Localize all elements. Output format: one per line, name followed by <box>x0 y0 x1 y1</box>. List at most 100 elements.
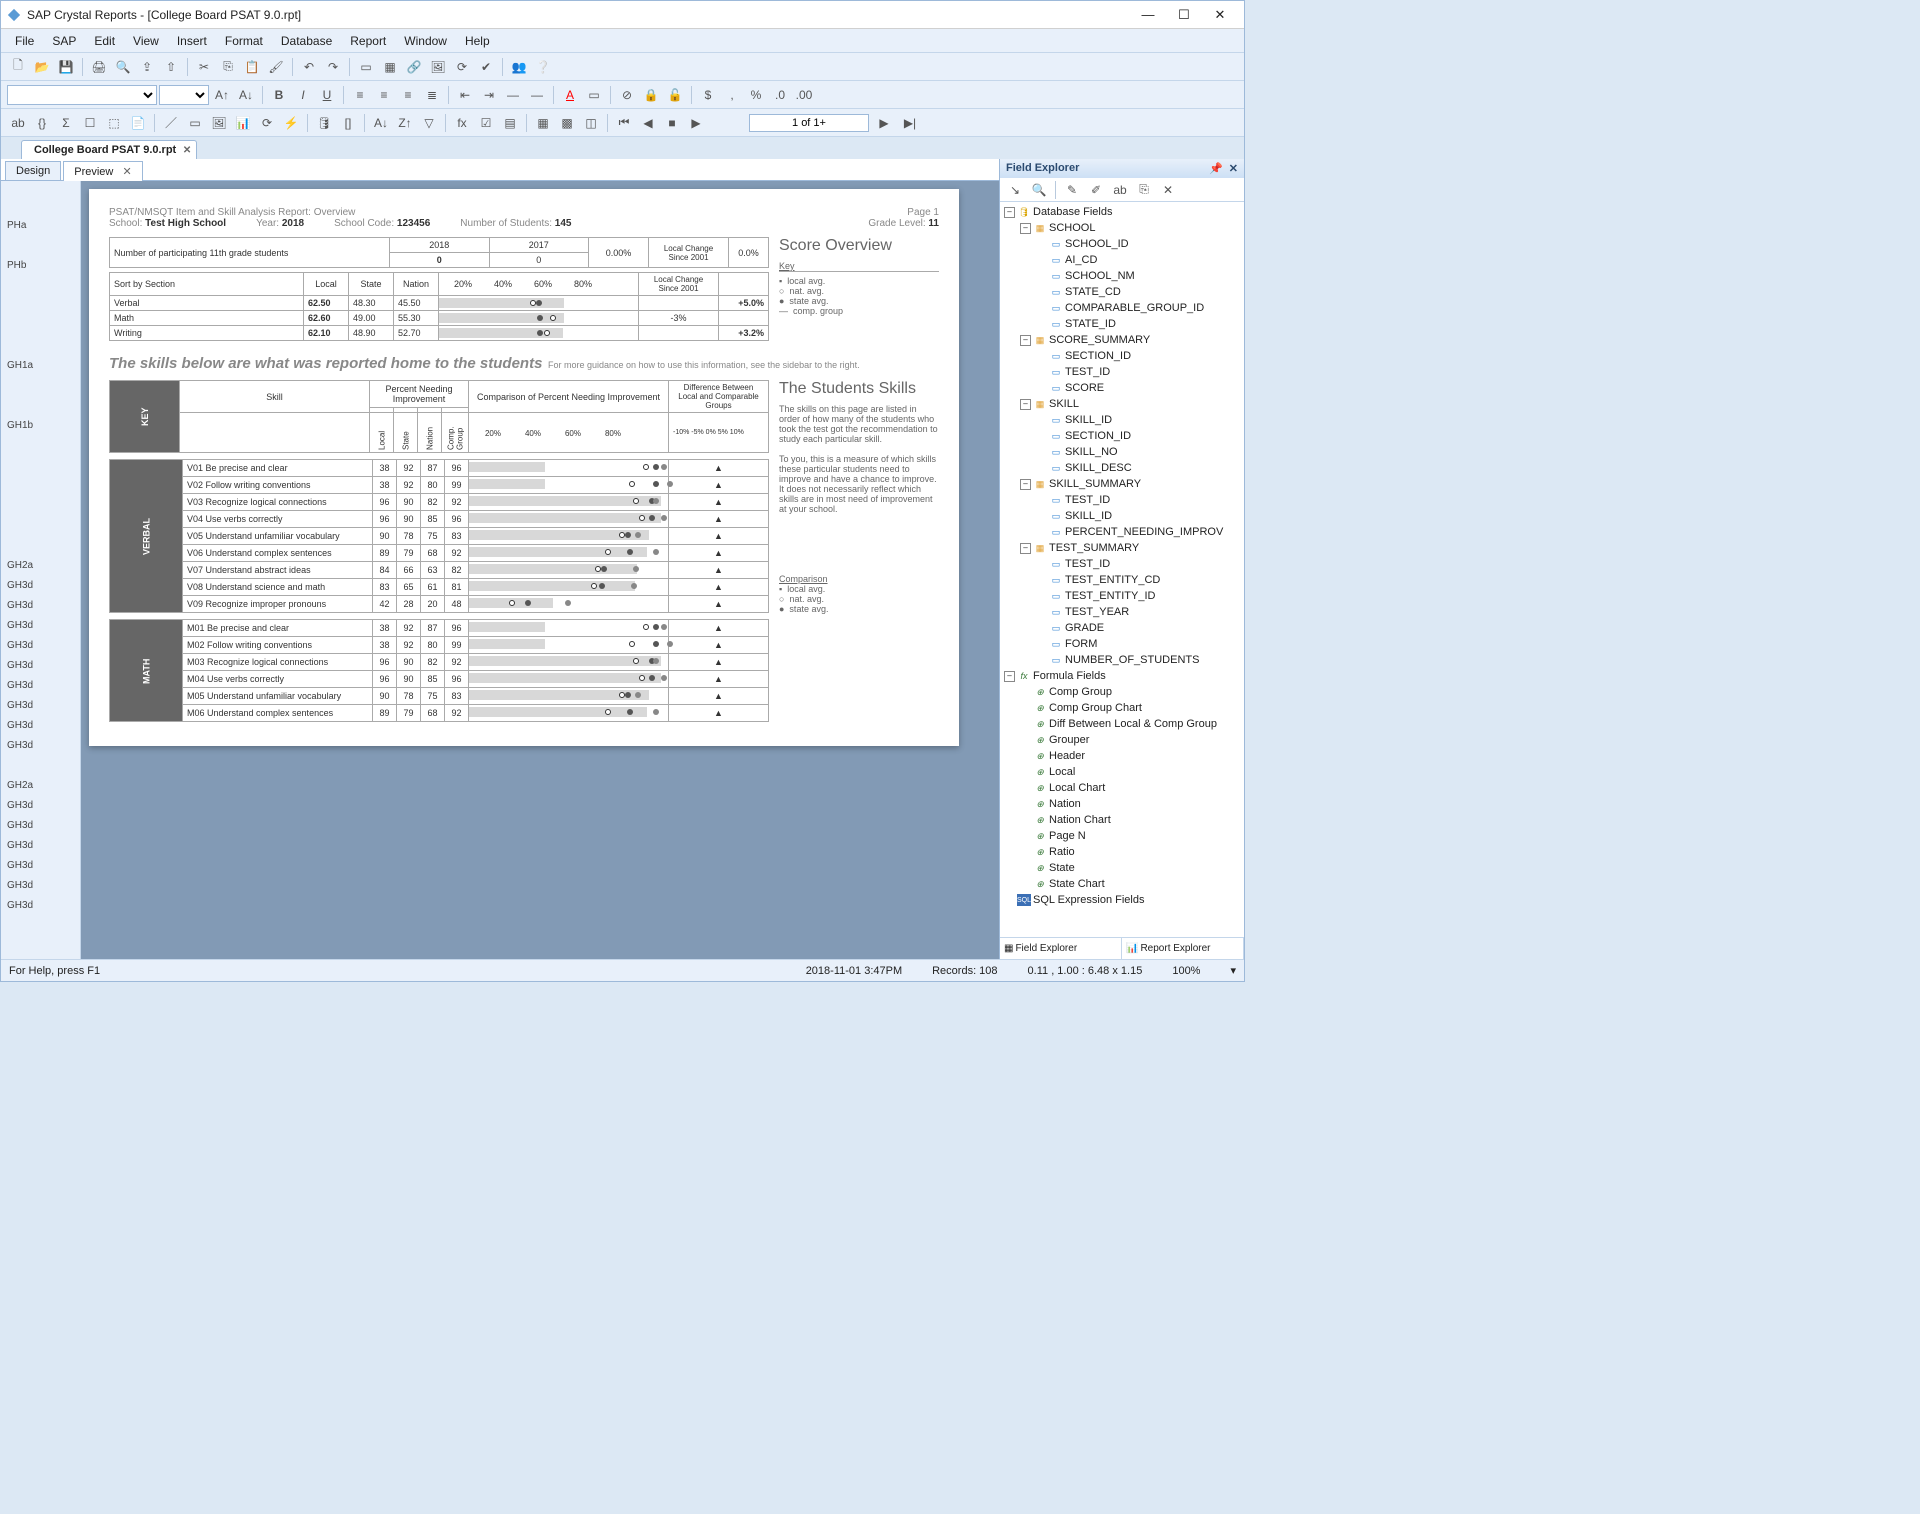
highlight2-icon[interactable]: ▩ <box>556 112 578 134</box>
menu-view[interactable]: View <box>125 32 167 50</box>
lock-icon[interactable]: 🔒 <box>640 84 662 106</box>
currency-icon[interactable]: $ <box>697 84 719 106</box>
menu-edit[interactable]: Edit <box>86 32 123 50</box>
menu-window[interactable]: Window <box>396 32 455 50</box>
menu-database[interactable]: Database <box>273 32 340 50</box>
document-tab[interactable]: College Board PSAT 9.0.rpt ✕ <box>21 140 197 159</box>
db-icon[interactable]: 🛢 <box>313 112 335 134</box>
align-right-icon[interactable]: ≡ <box>397 84 419 106</box>
open-icon[interactable]: 📂 <box>31 56 53 78</box>
insert-olap-icon[interactable]: ⬚ <box>103 112 125 134</box>
print-preview-icon[interactable]: 🔍 <box>112 56 134 78</box>
justify-icon[interactable]: ≣ <box>421 84 443 106</box>
font-color-icon[interactable]: A <box>559 84 581 106</box>
tree-node[interactable]: ▭SCHOOL_NM <box>1000 268 1244 284</box>
insert-group-icon[interactable]: {} <box>31 112 53 134</box>
insert-flash-icon[interactable]: ⚡ <box>280 112 302 134</box>
indent-icon[interactable]: ⇤ <box>454 84 476 106</box>
grid-icon[interactable]: ▦ <box>379 56 401 78</box>
nav-play-icon[interactable]: ▶ <box>685 112 707 134</box>
select-icon[interactable]: ☑ <box>475 112 497 134</box>
outdent-icon[interactable]: ⇥ <box>478 84 500 106</box>
paste-icon[interactable]: 📋 <box>241 56 263 78</box>
tree-node[interactable]: ▭COMPARABLE_GROUP_ID <box>1000 300 1244 316</box>
copy-icon[interactable]: ⎘ <box>217 56 239 78</box>
percent-icon[interactable]: % <box>745 84 767 106</box>
check-icon[interactable]: ✔ <box>475 56 497 78</box>
tree-node[interactable]: ▭SKILL_DESC <box>1000 460 1244 476</box>
tree-node[interactable]: ▭SKILL_ID <box>1000 412 1244 428</box>
refresh-icon[interactable]: ⟳ <box>451 56 473 78</box>
tree-node[interactable]: ▭TEST_ENTITY_ID <box>1000 588 1244 604</box>
italic-icon[interactable]: I <box>292 84 314 106</box>
tree-node[interactable]: ⊕Diff Between Local & Comp Group <box>1000 716 1244 732</box>
tree-node[interactable]: ▭TEST_ENTITY_CD <box>1000 572 1244 588</box>
tree-node[interactable]: –▦SKILL <box>1000 396 1244 412</box>
sort2-icon[interactable]: Z↑ <box>394 112 416 134</box>
inc-dec-icon[interactable]: .0 <box>769 84 791 106</box>
lock2-icon[interactable]: 🔓 <box>664 84 686 106</box>
font-family-select[interactable] <box>7 85 157 105</box>
report-canvas[interactable]: PSAT/NMSQT Item and Skill Analysis Repor… <box>81 181 999 959</box>
close-preview-icon[interactable]: ✕ <box>122 166 131 178</box>
tree-node[interactable]: ⊕State Chart <box>1000 876 1244 892</box>
comma-icon[interactable]: , <box>721 84 743 106</box>
fe-browse-icon[interactable]: 🔍 <box>1028 179 1050 201</box>
border-icon[interactable]: ▭ <box>583 84 605 106</box>
fe-new-icon[interactable]: ✎ <box>1061 179 1083 201</box>
page-indicator[interactable] <box>749 114 869 132</box>
fe-insert-icon[interactable]: ↘ <box>1004 179 1026 201</box>
tree-node[interactable]: ⊕State <box>1000 860 1244 876</box>
tree-node[interactable]: ⊕Ratio <box>1000 844 1244 860</box>
line1-icon[interactable]: — <box>502 84 524 106</box>
tree-node[interactable]: ▭TEST_YEAR <box>1000 604 1244 620</box>
group-icon[interactable]: ▭ <box>355 56 377 78</box>
tree-node[interactable]: ▭NUMBER_OF_STUDENTS <box>1000 652 1244 668</box>
menu-file[interactable]: File <box>7 32 42 50</box>
decrease-font-icon[interactable]: A↓ <box>235 84 257 106</box>
tree-node[interactable]: –▦SCHOOL <box>1000 220 1244 236</box>
field-tree[interactable]: –🛢Database Fields–▦SCHOOL▭SCHOOL_ID▭AI_C… <box>1000 202 1244 937</box>
tree-node[interactable]: ⊕Header <box>1000 748 1244 764</box>
tree-node[interactable]: ⊕Page N <box>1000 828 1244 844</box>
tree-node[interactable]: ▭SKILL_ID <box>1000 508 1244 524</box>
redo-icon[interactable]: ↷ <box>322 56 344 78</box>
zoom-dropdown-icon[interactable]: ▾ <box>1230 964 1236 977</box>
insert-line-icon[interactable]: ／ <box>160 112 182 134</box>
tree-node[interactable]: –fxFormula Fields <box>1000 668 1244 684</box>
fe-dup-icon[interactable]: ⎘ <box>1133 179 1155 201</box>
tree-node[interactable]: ▭GRADE <box>1000 620 1244 636</box>
page-last-icon[interactable]: ▶| <box>899 112 921 134</box>
tree-node[interactable]: ▭TEST_ID <box>1000 492 1244 508</box>
print-icon[interactable]: 🖨 <box>88 56 110 78</box>
tree-node[interactable]: –▦SKILL_SUMMARY <box>1000 476 1244 492</box>
fe-delete-icon[interactable]: ✕ <box>1157 179 1179 201</box>
menu-report[interactable]: Report <box>342 32 394 50</box>
format-painter-icon[interactable]: 🖌 <box>265 56 287 78</box>
tree-node[interactable]: –▦TEST_SUMMARY <box>1000 540 1244 556</box>
font-size-select[interactable] <box>159 85 209 105</box>
tree-node[interactable]: ▭TEST_ID <box>1000 364 1244 380</box>
tab-report-explorer[interactable]: 📊Report Explorer <box>1122 938 1244 959</box>
formula-icon[interactable]: fx <box>451 112 473 134</box>
tree-node[interactable]: ▭STATE_CD <box>1000 284 1244 300</box>
dec-dec-icon[interactable]: .00 <box>793 84 815 106</box>
minimize-button[interactable]: — <box>1130 4 1166 26</box>
sort-icon[interactable]: A↓ <box>370 112 392 134</box>
tree-node[interactable]: ▭FORM <box>1000 636 1244 652</box>
menu-format[interactable]: Format <box>217 32 271 50</box>
tree-node[interactable]: ▭SECTION_ID <box>1000 348 1244 364</box>
sections-icon[interactable]: ▤ <box>499 112 521 134</box>
insert-pic-icon[interactable]: 🖼 <box>208 112 230 134</box>
tree-node[interactable]: ⊕Grouper <box>1000 732 1244 748</box>
fe-close-icon[interactable]: ✕ <box>1229 162 1238 175</box>
tree-node[interactable]: SQLSQL Expression Fields <box>1000 892 1244 908</box>
image-icon[interactable]: 🖼 <box>427 56 449 78</box>
close-tab-icon[interactable]: ✕ <box>183 145 191 156</box>
fe-edit-icon[interactable]: ✐ <box>1085 179 1107 201</box>
save-icon[interactable]: 💾 <box>55 56 77 78</box>
tree-node[interactable]: ▭TEST_ID <box>1000 556 1244 572</box>
suppress-icon[interactable]: ⊘ <box>616 84 638 106</box>
insert-sum-icon[interactable]: Σ <box>55 112 77 134</box>
tree-node[interactable]: ▭SECTION_ID <box>1000 428 1244 444</box>
